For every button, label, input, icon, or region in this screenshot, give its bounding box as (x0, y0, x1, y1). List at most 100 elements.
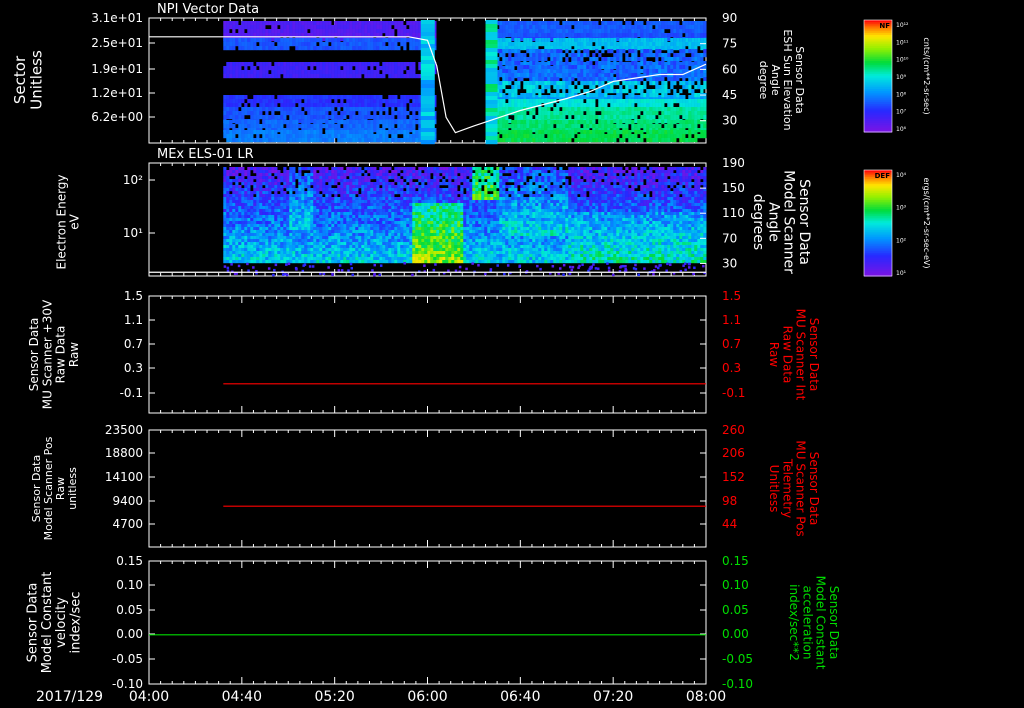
heat-cell (544, 29, 548, 34)
heat-cell (376, 124, 380, 129)
heat-cell (226, 173, 230, 177)
heat-cell (625, 130, 629, 135)
heat-cell (241, 194, 245, 198)
heat-cell (259, 197, 263, 201)
heat-cell (325, 95, 329, 100)
heat-cell (517, 38, 521, 43)
heat-cell (244, 218, 248, 222)
heat-cell (271, 215, 275, 219)
heat-cell (553, 111, 557, 116)
heat-cell (589, 124, 593, 129)
heat-cell (310, 138, 314, 143)
heat-cell (280, 239, 284, 243)
heat-cell (565, 61, 569, 66)
heat-cell (274, 21, 278, 26)
heat-cell (223, 188, 227, 192)
heat-cell (271, 66, 275, 71)
heat-cell (580, 53, 584, 58)
heat-cell (325, 74, 329, 79)
heat-cell (253, 120, 257, 125)
heat-cell (289, 200, 293, 204)
heat-cell (526, 89, 530, 94)
heat-cell (565, 124, 569, 129)
heat-cell (559, 33, 563, 38)
heat-cell (619, 53, 623, 58)
heat-cell (316, 29, 320, 34)
heat-cell (244, 130, 248, 135)
heat-cell (517, 69, 521, 74)
heat-cell (511, 138, 515, 143)
heat-cell (523, 103, 527, 108)
heat-cell (541, 38, 545, 43)
heat-cell (556, 57, 560, 62)
heat-cell (670, 81, 674, 86)
heat-cell (244, 38, 248, 43)
heat-cell (370, 99, 374, 104)
heat-cell (238, 209, 242, 213)
heat-cell (226, 227, 230, 231)
heat-cell (538, 130, 542, 135)
heat-cell (397, 21, 401, 26)
heat-cell (268, 99, 272, 104)
heat-cell (394, 103, 398, 108)
heat-cell (613, 25, 617, 30)
heat-cell (385, 38, 389, 43)
heat-cell (265, 70, 269, 75)
heat-cell (420, 20, 435, 25)
heat-cell (589, 61, 593, 66)
heat-cell (247, 227, 251, 231)
heat-cell (301, 38, 305, 43)
heat-cell (514, 33, 518, 38)
heat-cell (250, 70, 254, 75)
heat-cell (643, 128, 647, 133)
heat-cell (523, 130, 527, 135)
heat-cell (517, 53, 521, 58)
heat-cell (265, 42, 269, 47)
heat-cell (595, 134, 599, 139)
heat-cell (412, 70, 416, 75)
heat-cell (670, 99, 674, 104)
heat-cell (241, 38, 245, 43)
heat-cell (376, 62, 380, 67)
heat-cell (658, 49, 662, 54)
heat-cell (226, 115, 230, 120)
figure-canvas: 3.1e+012.5e+011.9e+011.2e+016.2e+0090756… (11, 2, 931, 705)
heat-cell (313, 42, 317, 47)
heat-cell (592, 81, 596, 86)
heat-cell (535, 130, 539, 135)
heat-cell (244, 230, 248, 234)
heat-cell (703, 77, 707, 82)
heat-cell (691, 57, 695, 62)
heat-cell (334, 46, 338, 51)
heat-cell (592, 25, 596, 30)
heat-cell (268, 248, 272, 252)
heat-cell (286, 203, 290, 207)
heat-cell (508, 69, 512, 74)
heat-cell (535, 95, 539, 100)
heat-cell (538, 134, 542, 139)
heat-cell (520, 120, 524, 125)
heat-cell (502, 25, 506, 30)
heat-cell (637, 46, 641, 51)
heat-cell (679, 111, 683, 116)
heat-cell (553, 81, 557, 86)
heat-cell (580, 111, 584, 116)
heat-cell (580, 81, 584, 86)
heat-cell (679, 57, 683, 62)
heat-cell (568, 46, 572, 51)
heat-cell (556, 53, 560, 58)
heat-cell (247, 107, 251, 112)
y2-tick-label: 45 (722, 88, 737, 102)
heat-cell (337, 70, 341, 75)
heat-cell (244, 236, 248, 240)
heat-cell (415, 33, 419, 38)
heat-cell (406, 21, 410, 26)
heat-cell (355, 21, 359, 26)
heat-cell (415, 120, 419, 125)
heat-cell (286, 233, 290, 237)
heat-cell (670, 107, 674, 112)
heat-cell (619, 49, 623, 54)
heat-cell (235, 74, 239, 79)
heat-cell (322, 21, 326, 26)
heat-cell (679, 130, 683, 135)
